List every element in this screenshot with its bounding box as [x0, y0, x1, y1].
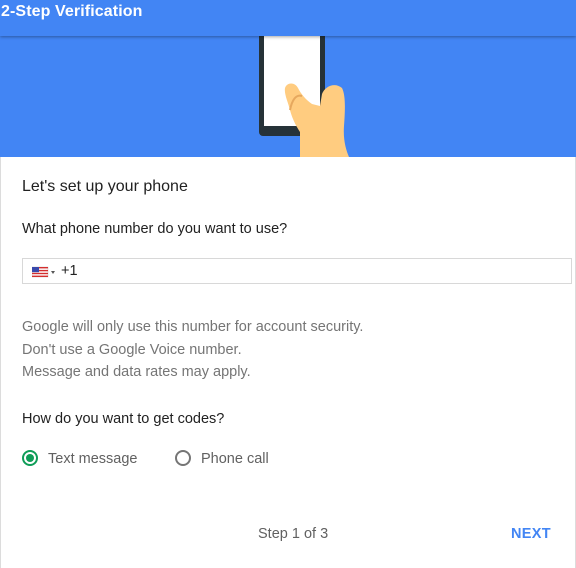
info-line: Don't use a Google Voice number.	[22, 341, 242, 358]
us-flag-icon	[32, 266, 55, 278]
dropdown-caret-icon	[51, 271, 55, 274]
phone-info: Google will only use this number for acc…	[22, 316, 363, 384]
step-indicator: Step 1 of 3	[258, 526, 329, 542]
page-title: 2-Step Verification	[1, 3, 143, 20]
radio-text-message[interactable]: Text message	[22, 449, 152, 471]
country-select[interactable]	[32, 266, 58, 278]
next-button[interactable]: NEXT	[503, 520, 559, 548]
radio-label: Text message	[48, 451, 138, 467]
radio-selected-icon	[22, 450, 38, 466]
app-header: 2-Step Verification	[0, 0, 576, 36]
info-line: Google will only use this number for acc…	[22, 319, 364, 335]
hand-holding-phone-illustration	[259, 36, 349, 157]
radio-phone-call[interactable]: Phone call	[175, 449, 285, 471]
phone-number-input[interactable]: +1	[22, 258, 572, 284]
country-code: +1	[61, 263, 78, 279]
banner	[0, 36, 576, 157]
info-line: Message and data rates may apply.	[22, 364, 251, 380]
phone-question: What phone number do you want to use?	[22, 221, 288, 237]
setup-heading: Let's set up your phone	[22, 178, 188, 195]
codes-question: How do you want to get codes?	[22, 411, 225, 427]
radio-label: Phone call	[201, 451, 269, 467]
radio-unselected-icon	[175, 450, 191, 466]
